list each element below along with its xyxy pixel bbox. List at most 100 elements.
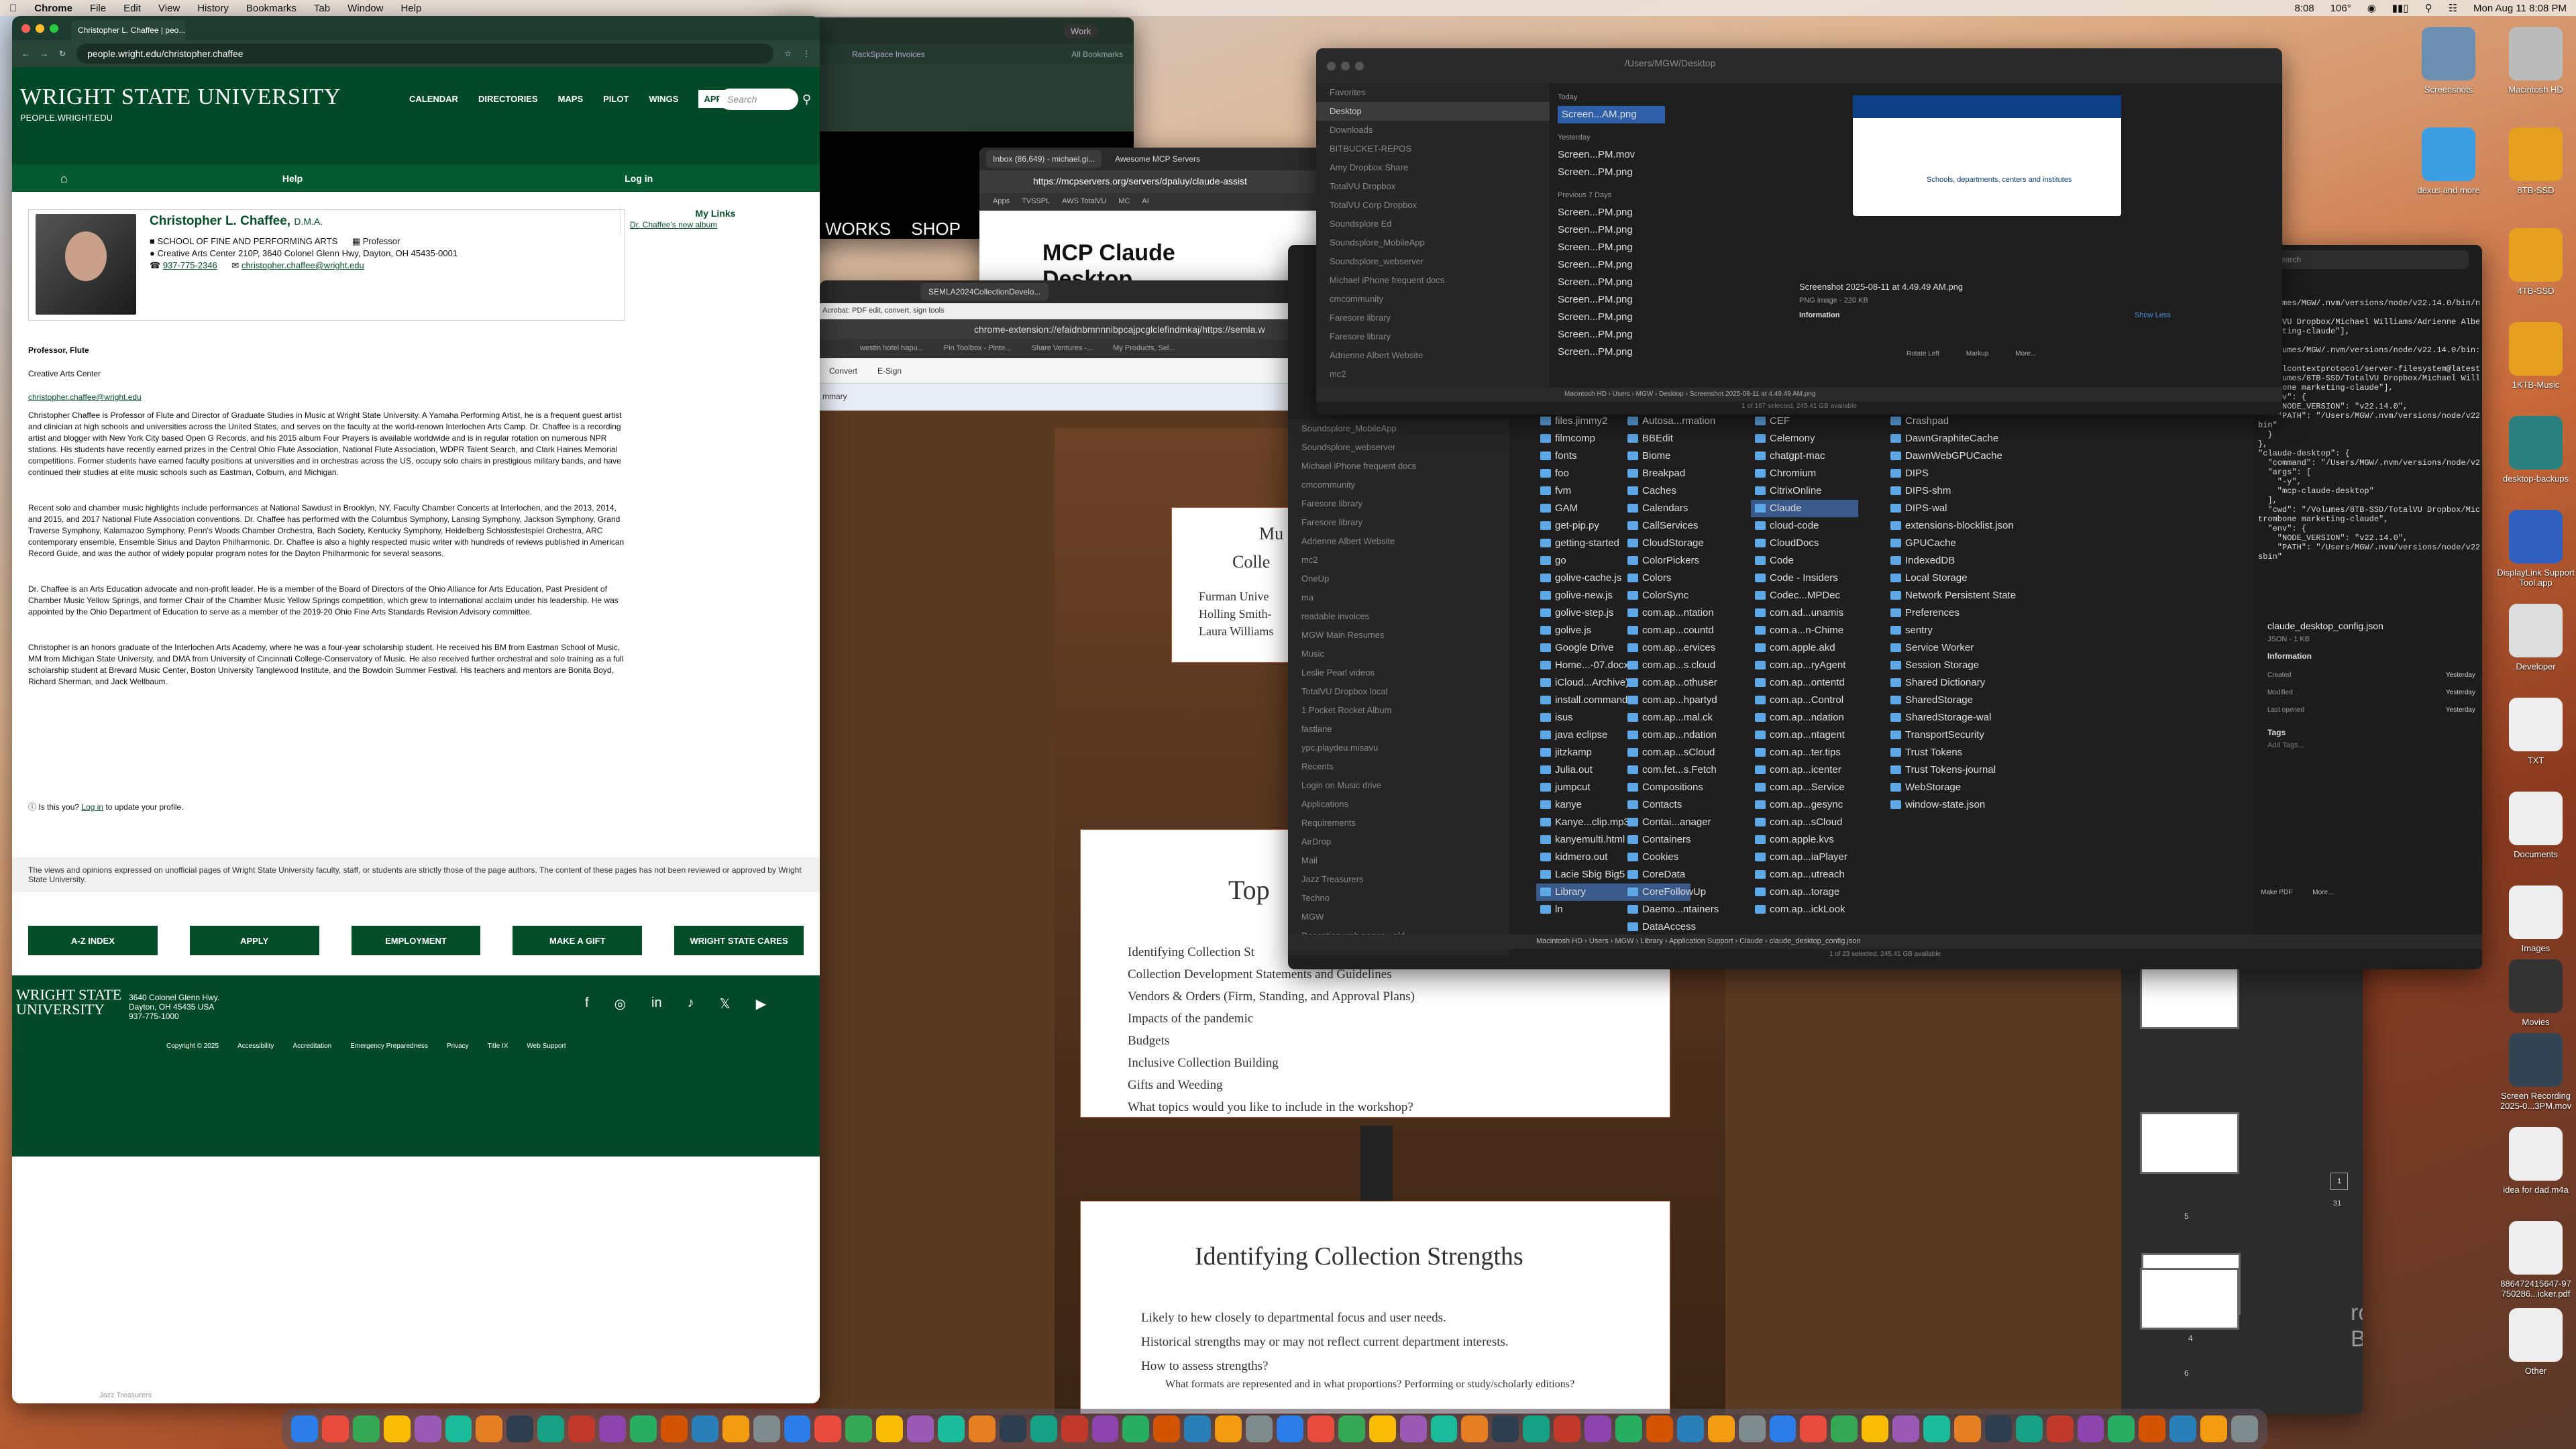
finder-item[interactable]: Local Storage — [1886, 570, 2061, 587]
bookmark-mc[interactable]: MC — [1118, 197, 1130, 207]
tab-awesome-mcp[interactable]: Awesome MCP Servers — [1108, 150, 1207, 168]
dock-app-icon[interactable] — [2015, 1415, 2043, 1442]
dock-app-icon[interactable] — [506, 1415, 534, 1442]
nav-wings[interactable]: WINGS — [649, 94, 678, 108]
minimize-button[interactable] — [1341, 62, 1350, 70]
finder-item[interactable]: Codec...MPDec — [1751, 587, 1858, 604]
menu-app-name[interactable]: Chrome — [34, 3, 72, 14]
dock-app-icon[interactable] — [968, 1415, 996, 1442]
desktop-icon[interactable]: dexus and more — [2408, 127, 2489, 195]
dock-app-icon[interactable] — [1338, 1415, 1365, 1442]
menu-dots-icon[interactable]: ⋮ — [802, 49, 810, 58]
dock-app-icon[interactable] — [2108, 1415, 2135, 1442]
finder-item[interactable]: CloudDocs — [1751, 535, 1858, 552]
desktop-icon[interactable]: 1KTB-Music — [2496, 322, 2576, 390]
finder-item[interactable]: IndexedDB — [1886, 552, 2061, 570]
finder-item[interactable]: CallServices — [1623, 517, 1731, 535]
finder-item[interactable]: BBEdit — [1623, 430, 1731, 447]
dock-app-icon[interactable] — [1430, 1415, 1458, 1442]
sidebar-item[interactable]: Soundsplore Ed — [1316, 215, 1550, 233]
preview-add-tags[interactable]: Add Tags... — [2267, 741, 2304, 749]
dock-app-icon[interactable] — [722, 1415, 749, 1442]
desktop-icon[interactable]: 886472415647-97 750286...icker.pdf — [2496, 1221, 2576, 1299]
bookmark-my-products[interactable]: My Products, Sel... — [1113, 344, 1175, 354]
finder-item[interactable]: cloud-code — [1751, 517, 1858, 535]
tab-semla-pdf[interactable]: SEMLA2024CollectionDevelo... — [920, 283, 1049, 301]
sidebar-item[interactable]: Downloads — [1316, 121, 1550, 140]
dock-app-icon[interactable] — [907, 1415, 934, 1442]
sidebar-item[interactable]: Applications — [1288, 795, 1509, 814]
dock-app-icon[interactable] — [2077, 1415, 2104, 1442]
finder-item[interactable]: Colors — [1623, 570, 1731, 587]
finder-item[interactable]: com.a...n-Chime — [1751, 622, 1858, 639]
menu-bookmarks[interactable]: Bookmarks — [246, 3, 297, 14]
reload-icon[interactable]: ↻ — [59, 49, 66, 58]
employment-button[interactable]: EMPLOYMENT — [351, 926, 481, 955]
sidebar-item[interactable]: AirDrop — [1288, 833, 1509, 851]
menu-help[interactable]: Help — [400, 3, 421, 14]
sidebar-item[interactable]: MGW — [1288, 908, 1509, 926]
dock-app-icon[interactable] — [2231, 1415, 2258, 1442]
markup-button[interactable]: Markup — [1966, 350, 1988, 358]
page-number-field[interactable]: 1 — [2330, 1173, 2348, 1190]
finder-item[interactable]: Daemo...ntainers — [1623, 901, 1731, 918]
dock-app-icon[interactable] — [1030, 1415, 1057, 1442]
file-item[interactable]: Screen...PM.png — [1558, 239, 1665, 256]
tiktok-icon[interactable]: ♪ — [688, 996, 694, 1012]
finder-item[interactable]: com.ad...unamis — [1751, 604, 1858, 622]
menu-edit[interactable]: Edit — [123, 3, 141, 14]
finder-item[interactable]: com.ap...sCloud — [1623, 744, 1731, 761]
dock-app-icon[interactable] — [1523, 1415, 1550, 1442]
dock-app-icon[interactable] — [1923, 1415, 1950, 1442]
finder-item[interactable]: Contacts — [1623, 796, 1731, 814]
dock-app-icon[interactable] — [1676, 1415, 1704, 1442]
dock-app-icon[interactable] — [660, 1415, 688, 1442]
desktop-icon[interactable]: Screen Recording 2025-0...3PM.mov — [2496, 1033, 2576, 1111]
rotate-left-button[interactable]: Rotate Left — [1907, 350, 1939, 358]
dock-app-icon[interactable] — [383, 1415, 411, 1442]
menu-window[interactable]: Window — [347, 3, 383, 14]
all-bookmarks[interactable]: All Bookmarks — [1071, 50, 1123, 59]
finder-item[interactable]: Calendars — [1623, 500, 1731, 517]
dock-app-icon[interactable] — [414, 1415, 441, 1442]
youtube-icon[interactable]: ▶ — [756, 996, 766, 1012]
desktop-icon[interactable]: Movies — [2496, 959, 2576, 1027]
dock-app-icon[interactable] — [2200, 1415, 2228, 1442]
dock-app-icon[interactable] — [938, 1415, 965, 1442]
nav-maps[interactable]: MAPS — [558, 94, 584, 108]
finder-item[interactable]: TransportSecurity — [1886, 727, 2061, 744]
finder-item[interactable]: com.ap...ndation — [1623, 727, 1731, 744]
finder-item[interactable]: Claude — [1751, 500, 1858, 517]
footer-title-ix[interactable]: Title IX — [488, 1042, 508, 1050]
nav-pilot[interactable]: PILOT — [603, 94, 629, 108]
apply-button[interactable]: APPLY — [189, 926, 319, 955]
dock-app-icon[interactable] — [876, 1415, 904, 1442]
finder-item[interactable]: WebStorage — [1886, 779, 2061, 796]
minimize-button[interactable] — [36, 24, 44, 33]
finder-item[interactable]: com.fet...s.Fetch — [1623, 761, 1731, 779]
facebook-icon[interactable]: f — [585, 996, 589, 1012]
finder-item[interactable]: com.ap...s.cloud — [1623, 657, 1731, 674]
finder-item[interactable]: Trust Tokens — [1886, 744, 2061, 761]
finder-item[interactable]: com.ap...iaPlayer — [1751, 849, 1858, 866]
dock-app-icon[interactable] — [352, 1415, 380, 1442]
dock-app-icon[interactable] — [814, 1415, 842, 1442]
sidebar-item-desktop[interactable]: Desktop — [1316, 102, 1550, 121]
dock-app-icon[interactable] — [1492, 1415, 1519, 1442]
finder-item[interactable]: Chromium — [1751, 465, 1858, 482]
bookmark-share-ventures[interactable]: Share Ventures -... — [1031, 344, 1093, 354]
sidebar-item[interactable]: BITBUCKET-REPOS — [1316, 140, 1550, 158]
mcp-browser-window[interactable]: Inbox (86,649) - michael.gi... Awesome M… — [979, 148, 1328, 295]
finder-item[interactable]: com.ap...ntagent — [1751, 727, 1858, 744]
desktop-icon[interactable]: desktop-backups — [2496, 416, 2576, 484]
dock-app-icon[interactable] — [1800, 1415, 1827, 1442]
finder-item[interactable]: CoreFollowUp — [1623, 883, 1731, 901]
az-index-button[interactable]: A-Z INDEX — [28, 926, 158, 955]
finder-item[interactable]: GPUCache — [1886, 535, 2061, 552]
finder-item[interactable]: Session Storage — [1886, 657, 2061, 674]
finder-item[interactable]: com.ap...ickLook — [1751, 901, 1858, 918]
site-nav-works[interactable]: WORKS — [825, 219, 891, 239]
dock-app-icon[interactable] — [1215, 1415, 1242, 1442]
dock-app-icon[interactable] — [784, 1415, 811, 1442]
finder-item[interactable]: CEF — [1751, 413, 1858, 430]
